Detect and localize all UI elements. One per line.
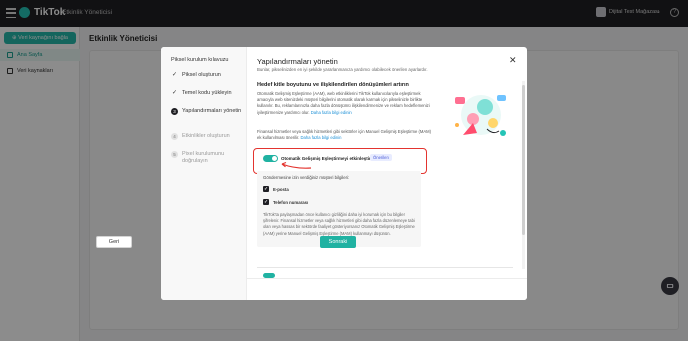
auto-matching-toggle[interactable] bbox=[263, 155, 278, 162]
step-verify-pixel: 5 Pixel kurulumunu doğrulayın bbox=[171, 151, 243, 165]
finance-note: Finansal hizmetler veya sağlık hizmetler… bbox=[257, 129, 435, 141]
checkbox-label: Telefon numarası bbox=[273, 199, 309, 205]
step-label: Etkinlikler oluşturun bbox=[182, 133, 230, 139]
step-number: 5 bbox=[171, 151, 178, 158]
section-title: Hedef kitle boyutunu ve ilişkilendirilen… bbox=[257, 82, 409, 88]
next-config-row bbox=[257, 267, 513, 277]
checkbox-checked-icon[interactable]: ✓ bbox=[263, 199, 269, 205]
modal-content: Yapılandırmaları yönetin Bunlar, pikseli… bbox=[247, 47, 527, 300]
modal-subtitle: Bunlar, pikselinizden en iyi şekilde yar… bbox=[257, 67, 428, 72]
section-description: Otomatik Gelişmiş Eşleştirme (AAM), web … bbox=[257, 91, 435, 116]
step-number: 3 bbox=[171, 108, 178, 115]
next-button[interactable]: Sonraki bbox=[320, 236, 356, 248]
step-create-pixel: ✓ Piksel oluşturun bbox=[171, 72, 243, 79]
privacy-note: TikTok'ta paylaşmadan önce kullanıcı giz… bbox=[263, 212, 415, 236]
step-number: 4 bbox=[171, 133, 178, 140]
learn-more-link[interactable]: Daha fazla bilgi edinin bbox=[311, 110, 352, 115]
arrow-annotation-icon bbox=[281, 161, 312, 169]
step-label: Piksel oluşturun bbox=[182, 72, 221, 78]
check-icon: ✓ bbox=[171, 72, 178, 78]
customer-info-heading: Göndermesine izin verdiğiniz müşteri bil… bbox=[263, 175, 350, 180]
close-icon[interactable]: ✕ bbox=[509, 55, 517, 66]
steps-panel: Piksel kurulum kılavuzu ✓ Piksel oluştur… bbox=[161, 47, 247, 300]
setup-modal: Piksel kurulum kılavuzu ✓ Piksel oluştur… bbox=[161, 47, 527, 300]
finance-note-text: Finansal hizmetler veya sağlık hizmetler… bbox=[257, 129, 432, 141]
step-label: Temel kodu yükleyin bbox=[182, 90, 232, 96]
phone-checkbox-row[interactable]: ✓ Telefon numarası bbox=[263, 199, 308, 205]
checkbox-checked-icon[interactable]: ✓ bbox=[263, 186, 269, 192]
audience-illustration bbox=[455, 95, 506, 136]
checkbox-label: E-posta bbox=[273, 186, 289, 192]
step-manage-configs: 3 Yapılandırmaları yönetin bbox=[171, 108, 243, 115]
scrollbar-thumb[interactable] bbox=[522, 85, 525, 235]
back-button[interactable]: Geri bbox=[96, 236, 132, 248]
learn-more-link[interactable]: Daha fazla bilgi edinin bbox=[301, 135, 342, 140]
step-label: Pixel kurulumunu doğrulayın bbox=[182, 151, 225, 164]
recommended-badge: Önerilen bbox=[370, 154, 392, 161]
step-label: Yapılandırmaları yönetin bbox=[182, 108, 242, 114]
chat-icon[interactable]: ▭ bbox=[661, 277, 679, 295]
steps-title: Piksel kurulum kılavuzu bbox=[171, 57, 229, 63]
step-install-code: ✓ Temel kodu yükleyin bbox=[171, 90, 243, 97]
email-checkbox-row[interactable]: ✓ E-posta bbox=[263, 186, 289, 192]
step-create-events: 4 Etkinlikler oluşturun bbox=[171, 133, 243, 140]
modal-title: Yapılandırmaları yönetin bbox=[257, 57, 338, 66]
check-icon: ✓ bbox=[171, 90, 178, 96]
modal-footer bbox=[247, 278, 527, 300]
